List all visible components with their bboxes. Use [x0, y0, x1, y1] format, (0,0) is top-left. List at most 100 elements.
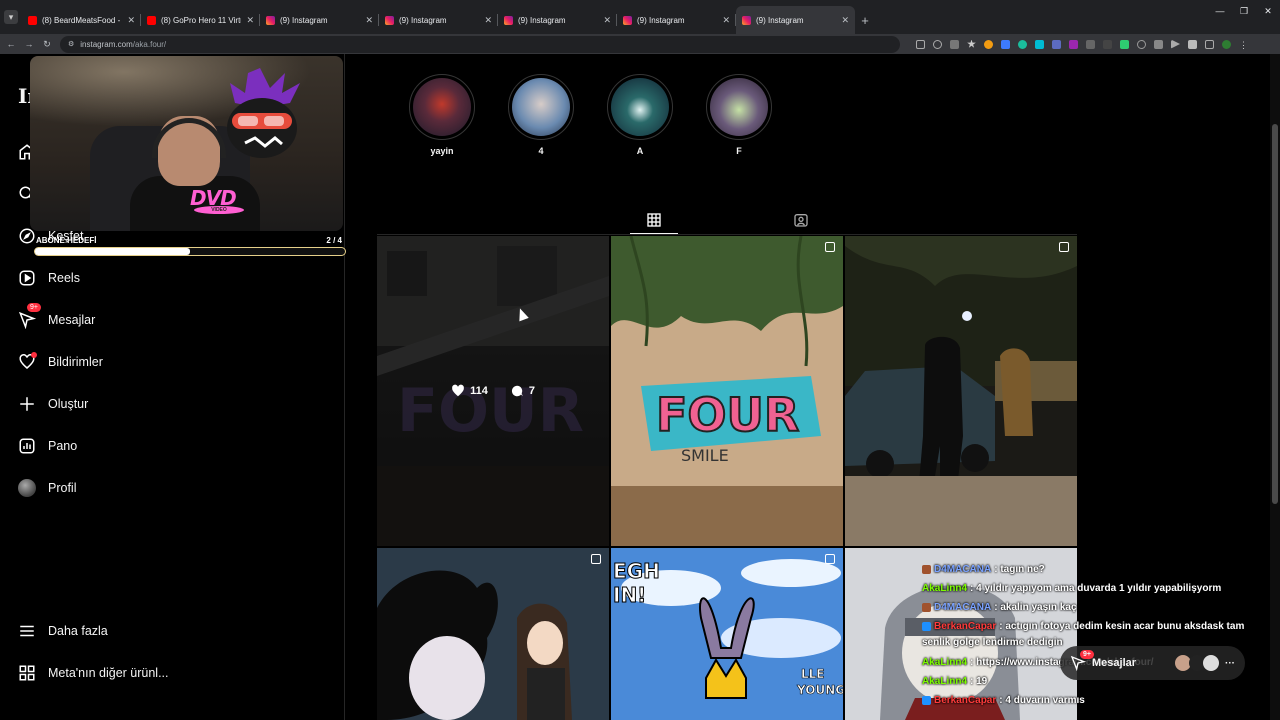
highlight-item[interactable]: 4 — [506, 74, 576, 156]
browser-tab[interactable]: (9) Instagram ✕ — [617, 6, 736, 34]
minimize-icon[interactable]: — — [1208, 0, 1232, 22]
nav-profile[interactable]: Profil — [18, 476, 76, 500]
browser-tab[interactable]: (9) Instagram ✕ — [736, 6, 855, 34]
scrollbar-thumb[interactable] — [1272, 124, 1278, 504]
site-info-icon[interactable]: ⚙ — [68, 40, 74, 48]
extension-circle-icon[interactable] — [1137, 39, 1146, 49]
messages-pill-badge: 9+ — [1080, 650, 1094, 659]
post-car-night[interactable] — [845, 236, 1077, 546]
browser-tab[interactable]: (8) GoPro Hero 11 Virtual Horse ✕ — [141, 6, 260, 34]
new-tab-button[interactable]: + — [855, 6, 875, 34]
post-selfie-anime[interactable] — [377, 548, 609, 720]
forward-icon[interactable]: → — [24, 39, 34, 49]
highlight-item[interactable]: yayin — [407, 74, 477, 156]
nav-reels[interactable]: Reels — [18, 266, 80, 290]
browser-tab[interactable]: (9) Instagram ✕ — [498, 6, 617, 34]
media-icon[interactable] — [1171, 39, 1180, 49]
likes-count: 114 — [470, 385, 488, 397]
chat-badge-icon — [922, 621, 931, 631]
sidebar-toggle-icon[interactable] — [1205, 39, 1214, 49]
hide-icon[interactable] — [950, 39, 959, 49]
goal-fill — [35, 248, 190, 255]
extensions-area: ⋮ — [916, 39, 1248, 50]
svg-text:LLE: LLE — [801, 667, 825, 681]
extension-blue-icon[interactable] — [1001, 39, 1010, 49]
nav-messages-label: Mesajlar — [48, 313, 96, 327]
messenger-icon: 9+ — [18, 303, 41, 329]
chat-badge-icon — [922, 695, 931, 705]
browser-tab[interactable]: (9) Instagram ✕ — [379, 6, 498, 34]
close-tab-icon[interactable]: ✕ — [246, 15, 254, 26]
chat-badge-icon — [922, 564, 931, 574]
highlight-cover — [710, 78, 768, 136]
extension-orange-icon[interactable] — [984, 39, 993, 49]
reload-icon[interactable]: ↻ — [42, 39, 52, 50]
close-tab-icon[interactable]: ✕ — [722, 15, 730, 26]
heart-filled-icon — [452, 384, 464, 397]
maximize-icon[interactable]: ❐ — [1232, 0, 1256, 22]
tabs-container: (8) BeardMeatsFood - YouTube ✕ (8) GoPro… — [22, 6, 855, 34]
close-tab-icon[interactable]: ✕ — [841, 15, 849, 26]
highlight-ring — [409, 74, 475, 140]
messages-pill-label: Mesajlar — [1092, 657, 1137, 669]
chat-username: AkaLinn4 — [922, 657, 968, 668]
tab-search-menu[interactable]: ▾ — [0, 0, 22, 34]
extension-purple-icon[interactable] — [1069, 39, 1078, 49]
meta-apps-icon — [18, 664, 36, 682]
bookmark-star-icon[interactable] — [967, 39, 976, 48]
notification-dot — [31, 352, 37, 358]
post-graffiti-wall-dark[interactable]: FOUR 114 7 — [377, 236, 609, 546]
back-icon[interactable]: ← — [6, 39, 16, 49]
nav-create[interactable]: Oluştur — [18, 392, 88, 416]
tab-title: (8) BeardMeatsFood - YouTube — [42, 15, 122, 25]
chat-text: : 19 — [970, 676, 988, 687]
menu-dots-icon[interactable]: ⋮ — [1239, 40, 1248, 50]
nav-dashboard-label: Pano — [48, 439, 78, 453]
url-path: /aka.four/ — [132, 39, 167, 49]
post-bunny-crown[interactable]: EGH IN! LLE YOUNG — [611, 548, 843, 720]
close-window-icon[interactable]: ✕ — [1256, 0, 1280, 22]
messages-pill[interactable]: 9+ Mesajlar ··· — [1060, 646, 1245, 680]
tab-title: (8) GoPro Hero 11 Virtual Horse — [161, 15, 241, 25]
close-tab-icon[interactable]: ✕ — [365, 15, 373, 26]
multiple-posts-icon — [825, 554, 835, 564]
youtube-favicon-icon — [147, 15, 156, 25]
profile-icon[interactable] — [1222, 39, 1231, 49]
extension-multi-icon[interactable] — [1052, 39, 1061, 49]
close-tab-icon[interactable]: ✕ — [603, 15, 611, 26]
url-bar[interactable]: ⚙ instagram.com/aka.four/ — [60, 35, 900, 53]
extension-cyan-icon[interactable] — [1035, 39, 1044, 49]
chat-message: D4MACANA: akalin yaşın kaç — [922, 598, 1272, 617]
browser-tab[interactable]: (9) Instagram ✕ — [260, 6, 379, 34]
highlight-item[interactable]: A — [605, 74, 675, 156]
tab-posts[interactable] — [644, 210, 664, 230]
goal-count: 2 / 4 — [326, 236, 342, 245]
nav-dashboard[interactable]: Pano — [18, 434, 77, 458]
extension-teal-icon[interactable] — [1018, 39, 1027, 49]
nav-profile-label: Profil — [48, 481, 77, 495]
svg-text:IN!: IN! — [613, 583, 646, 607]
comment-icon — [511, 385, 523, 397]
post-graffiti-four[interactable]: FOUR SMILE — [611, 236, 843, 546]
highlight-item[interactable]: F — [704, 74, 774, 156]
nav-messages[interactable]: 9+ Mesajlar — [18, 303, 96, 332]
nav-notifications[interactable]: Bildirimler — [18, 350, 103, 374]
extensions-puzzle-icon[interactable] — [1188, 39, 1197, 49]
chevron-down-icon[interactable]: ▾ — [4, 10, 18, 24]
close-tab-icon[interactable]: ✕ — [127, 15, 135, 26]
chat-message: D4MACANA: tagın ne? — [922, 560, 1272, 579]
extension-shield-icon[interactable] — [1154, 39, 1163, 49]
tab-title: (9) Instagram — [637, 15, 685, 25]
extension-gray-icon[interactable] — [1086, 39, 1095, 49]
extension-dark-icon[interactable] — [1103, 39, 1112, 49]
zoom-icon[interactable] — [933, 39, 942, 49]
browser-tab[interactable]: (8) BeardMeatsFood - YouTube ✕ — [22, 6, 141, 34]
browser-tab-strip: ▾ (8) BeardMeatsFood - YouTube ✕ (8) GoP… — [0, 0, 1280, 34]
cast-icon[interactable] — [916, 39, 925, 49]
messages-badge: 9+ — [27, 303, 41, 312]
close-tab-icon[interactable]: ✕ — [484, 15, 492, 26]
tab-tagged[interactable] — [791, 210, 811, 230]
nav-more[interactable]: Daha fazla — [18, 619, 108, 643]
nav-meta-products[interactable]: Meta'nın diğer ürünl... — [18, 661, 169, 685]
extension-green-icon[interactable] — [1120, 39, 1129, 49]
